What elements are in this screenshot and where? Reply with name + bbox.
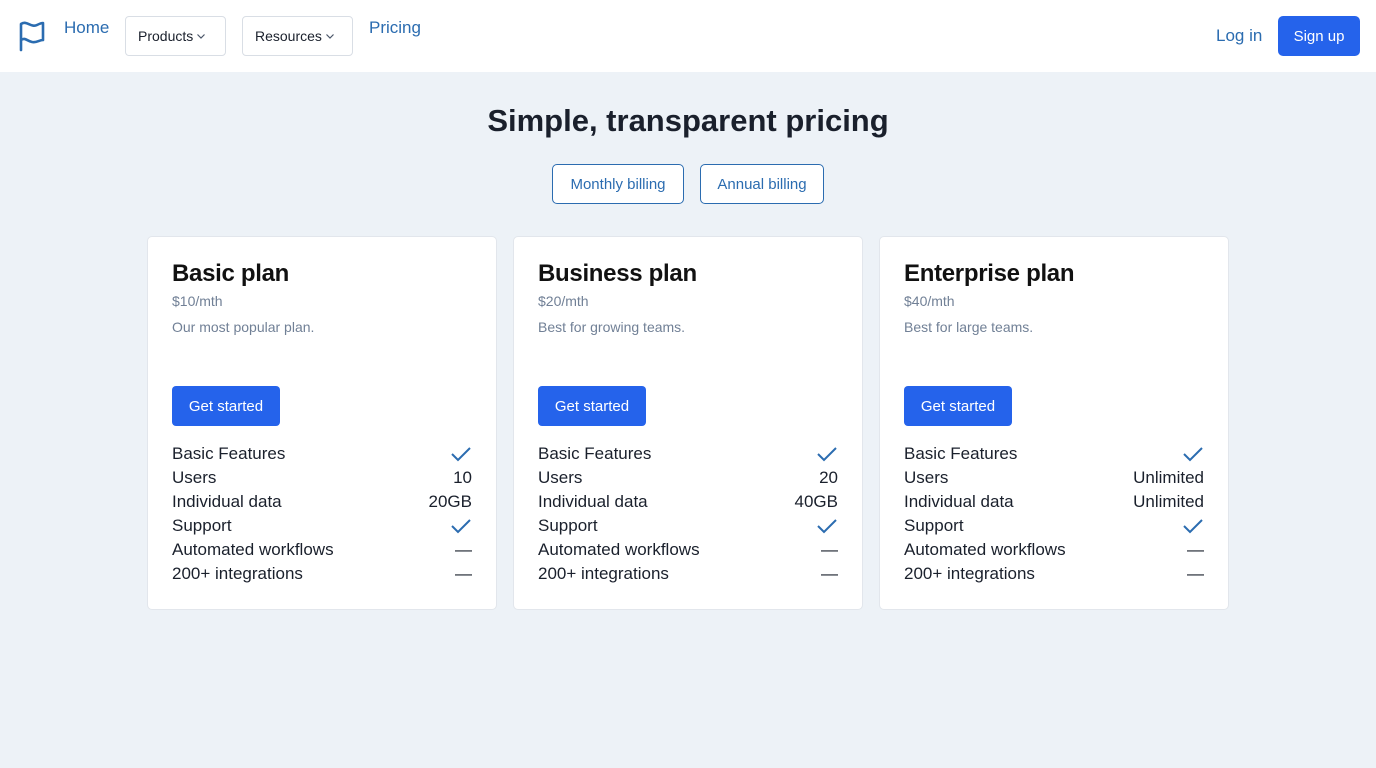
feature-label: 200+ integrations: [538, 564, 669, 583]
feature-row: Support: [904, 514, 1204, 538]
plan-description: Best for growing teams.: [538, 319, 686, 335]
feature-value: —: [455, 540, 472, 559]
feature-label: 200+ integrations: [904, 564, 1035, 583]
checkmark-icon: [817, 519, 837, 534]
feature-row: Automated workflows —: [172, 538, 472, 562]
annual-billing-button[interactable]: Annual billing: [700, 164, 824, 204]
feature-value: 40GB: [794, 492, 838, 511]
feature-label: Automated workflows: [904, 540, 1066, 559]
checkmark-icon: [1183, 447, 1203, 462]
feature-label: Support: [904, 516, 964, 535]
top-navbar: Home Products Resources Pricing Log in S…: [0, 0, 1376, 72]
feature-row: Automated workflows —: [538, 538, 838, 562]
nav-products-dropdown[interactable]: Products: [125, 16, 226, 56]
feature-label: Basic Features: [172, 444, 286, 463]
feature-label: Support: [172, 516, 232, 535]
chevron-down-icon: [325, 34, 334, 39]
feature-value: 20: [819, 468, 838, 487]
feature-label: Individual data: [538, 492, 648, 511]
feature-row: Users Unlimited: [904, 466, 1204, 490]
checkmark-icon: [1183, 519, 1203, 534]
checkmark-icon: [451, 519, 471, 534]
plan-name: Business plan: [538, 260, 697, 287]
feature-value: —: [1187, 540, 1204, 559]
feature-row: Users 10: [172, 466, 472, 490]
feature-row: Individual data 40GB: [538, 490, 838, 514]
feature-label: 200+ integrations: [172, 564, 303, 583]
monthly-billing-button[interactable]: Monthly billing: [552, 164, 684, 204]
nav-home-link[interactable]: Home: [64, 18, 109, 38]
plan-description: Our most popular plan.: [172, 319, 315, 335]
feature-row: Basic Features: [904, 442, 1204, 466]
nav-resources-dropdown[interactable]: Resources: [242, 16, 353, 56]
feature-value: 10: [453, 468, 472, 487]
feature-value: —: [821, 540, 838, 559]
feature-row: 200+ integrations —: [172, 562, 472, 586]
feature-row: 200+ integrations —: [538, 562, 838, 586]
nav-resources-label: Resources: [255, 28, 322, 44]
feature-label: Automated workflows: [538, 540, 700, 559]
plan-name: Enterprise plan: [904, 260, 1075, 287]
feature-row: Support: [538, 514, 838, 538]
feature-label: Individual data: [172, 492, 282, 511]
feature-row: Users 20: [538, 466, 838, 490]
feature-row: Basic Features: [172, 442, 472, 466]
checkmark-icon: [451, 447, 471, 462]
feature-label: Basic Features: [538, 444, 652, 463]
checkmark-icon: [817, 447, 837, 462]
feature-label: Users: [904, 468, 949, 487]
flag-icon[interactable]: [18, 20, 46, 52]
feature-label: Individual data: [904, 492, 1014, 511]
feature-list: Basic Features Users 10 Individual data 20GB…: [172, 442, 472, 586]
feature-list: Basic Features Users 20 Individual data 40GB…: [538, 442, 838, 586]
feature-list: Basic Features Users Unlimited Individual d…: [904, 442, 1204, 586]
get-started-button[interactable]: Get started: [904, 386, 1012, 426]
plan-price: $10/mth: [172, 293, 223, 309]
feature-label: Users: [538, 468, 583, 487]
get-started-button[interactable]: Get started: [538, 386, 646, 426]
feature-row: Individual data 20GB: [172, 490, 472, 514]
plan-description: Best for large teams.: [904, 319, 1034, 335]
nav-products-label: Products: [138, 28, 194, 44]
feature-row: Automated workflows —: [904, 538, 1204, 562]
signup-button[interactable]: Sign up: [1278, 16, 1360, 56]
feature-label: Basic Features: [904, 444, 1018, 463]
page-title: Simple, transparent pricing: [487, 103, 889, 138]
nav-pricing-link[interactable]: Pricing: [369, 18, 421, 38]
plan-name: Basic plan: [172, 260, 290, 287]
chevron-down-icon: [197, 34, 206, 39]
feature-value: —: [1187, 564, 1204, 583]
plan-price: $20/mth: [538, 293, 589, 309]
feature-label: Users: [172, 468, 217, 487]
feature-value: 20GB: [428, 492, 472, 511]
feature-row: Basic Features: [538, 442, 838, 466]
plan-card: Enterprise plan $40/mth Best for large tea…: [879, 236, 1229, 610]
get-started-button[interactable]: Get started: [172, 386, 280, 426]
feature-value: —: [821, 564, 838, 583]
plan-price: $40/mth: [904, 293, 955, 309]
feature-row: 200+ integrations —: [904, 562, 1204, 586]
feature-row: Support: [172, 514, 472, 538]
feature-label: Support: [538, 516, 598, 535]
login-link[interactable]: Log in: [1216, 26, 1262, 46]
feature-value: Unlimited: [1133, 468, 1204, 487]
feature-value: —: [455, 564, 472, 583]
feature-label: Automated workflows: [172, 540, 334, 559]
feature-value: Unlimited: [1133, 492, 1204, 511]
plan-card: Basic plan $10/mth Our most popular plan. G…: [147, 236, 497, 610]
plan-card: Business plan $20/mth Best for growing tea…: [513, 236, 863, 610]
feature-row: Individual data Unlimited: [904, 490, 1204, 514]
